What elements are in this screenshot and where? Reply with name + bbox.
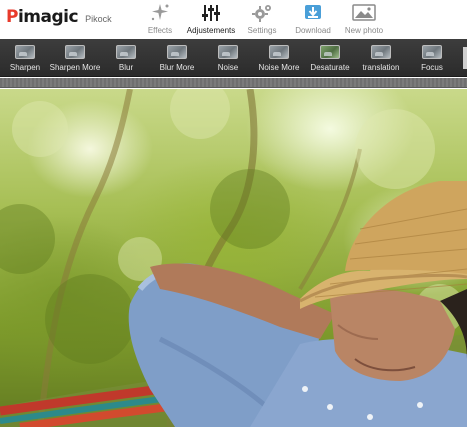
sharpen-more-thumbnail-icon [65,45,85,59]
app-logo[interactable]: Pimagic Pikock [6,7,112,27]
photo-image [0,89,467,427]
filter-sharpen[interactable]: Sharpen [0,45,51,72]
download-icon [305,5,321,19]
nav-new-photo-label: New photo [344,26,384,35]
sharpen-thumbnail-icon [15,45,35,59]
filter-label: Sharpen [9,63,41,72]
logo-rest: imagic [17,7,79,27]
nav-new-photo[interactable]: New photo [334,3,394,35]
toolbar-divider [0,78,467,88]
filter-label: Blur [118,63,134,72]
blur-thumbnail-icon [116,45,136,59]
filter-label: Sharpen More [49,63,101,72]
filter-label: Noise [217,63,239,72]
filter-label: Focus [421,63,443,72]
logo-subtitle: Pikock [85,14,112,24]
logo-text: Pimagic [6,7,79,27]
filter-toolbar: Sharpen Sharpen More Blur Blur More Nois… [0,39,467,77]
filter-focus[interactable]: Focus [406,45,458,72]
translation-thumbnail-icon [371,45,391,59]
filter-label: Desaturate [310,63,350,72]
toolbar-scroll-edge[interactable] [463,47,467,69]
photo-canvas[interactable] [0,89,467,427]
top-bar: Pimagic Pikock Effects Adjustements Sett… [0,0,467,39]
gear-icon [252,5,271,22]
sparkle-icon [151,4,169,21]
filter-label: Noise More [258,63,300,72]
filter-noise[interactable]: Noise [202,45,254,72]
noise-more-thumbnail-icon [269,45,289,59]
filter-translation[interactable]: translation [355,45,407,72]
blur-more-thumbnail-icon [167,45,187,59]
filter-desaturate[interactable]: Desaturate [304,45,356,72]
sliders-icon [202,5,220,21]
filter-blur[interactable]: Blur [100,45,152,72]
filter-noise-more[interactable]: Noise More [253,45,305,72]
focus-thumbnail-icon [422,45,442,59]
filter-label: translation [362,63,400,72]
photo-icon [352,4,376,21]
filter-blur-more[interactable]: Blur More [151,45,203,72]
noise-thumbnail-icon [218,45,238,59]
filter-label: Blur More [159,63,195,72]
filter-sharpen-more[interactable]: Sharpen More [49,45,101,72]
desaturate-thumbnail-icon [320,45,340,59]
